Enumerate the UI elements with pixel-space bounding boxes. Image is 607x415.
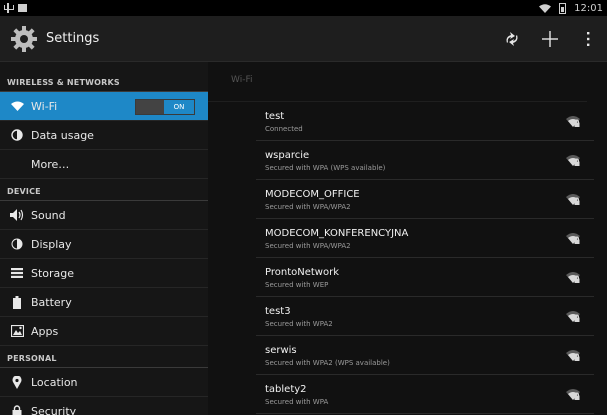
overflow-menu-button[interactable]	[569, 16, 607, 62]
sidebar-item-label: Battery	[31, 295, 72, 309]
network-status: Secured with WPA/WPA2	[265, 242, 351, 250]
sidebar-item-display[interactable]: Display	[0, 230, 208, 259]
sidebar-item-label: Apps	[31, 324, 59, 338]
network-ssid: wsparcie	[265, 150, 310, 161]
list-item[interactable]: wsparcie Secured with WPA (WPS available)	[256, 141, 594, 180]
storage-icon	[9, 266, 25, 280]
wifi-signal-locked-icon	[566, 155, 580, 166]
notification-icon	[18, 4, 27, 12]
network-status: Secured with WPA/WPA2	[265, 203, 351, 211]
wifi-toggle[interactable]: ON	[135, 99, 195, 115]
network-status: Secured with WPA	[265, 398, 329, 406]
network-status: Secured with WPA2	[265, 320, 333, 328]
sidebar-item-storage[interactable]: Storage	[0, 259, 208, 288]
clock: 12:01	[574, 2, 603, 14]
wifi-icon	[9, 99, 25, 113]
action-bar: Settings	[0, 16, 607, 62]
status-bar: 12:01	[0, 0, 607, 16]
battery-status-icon	[559, 2, 567, 14]
sidebar-item-label: Data usage	[31, 128, 94, 142]
sound-icon	[9, 208, 25, 222]
settings-gear-icon[interactable]	[10, 25, 38, 53]
network-list: test Connected wsparcie Secured with WPA (W…	[256, 102, 594, 414]
section-header-device: DEVICE	[0, 179, 208, 201]
list-item[interactable]: test Connected	[256, 102, 594, 141]
section-header-wireless: WIRELESS & NETWORKS	[0, 62, 208, 92]
list-item[interactable]: ProntoNetwork Secured with WEP	[256, 258, 594, 297]
network-status: Secured with WEP	[265, 281, 329, 289]
network-ssid: ProntoNetwork	[265, 267, 339, 278]
location-icon	[9, 375, 25, 389]
network-status: Connected	[265, 125, 303, 133]
sidebar-item-label: Sound	[31, 208, 66, 222]
wifi-signal-locked-icon	[566, 194, 580, 205]
add-icon	[542, 30, 558, 47]
display-icon	[9, 237, 25, 251]
more-vertical-icon	[587, 31, 590, 46]
sidebar-item-apps[interactable]: Apps	[0, 317, 208, 346]
wifi-signal-locked-icon	[566, 233, 580, 244]
list-item[interactable]: MODECOM_OFFICE Secured with WPA/WPA2	[256, 180, 594, 219]
panel-title: Wi-Fi	[208, 62, 587, 102]
sidebar-item-label: Security	[31, 404, 77, 415]
wps-button[interactable]	[493, 16, 531, 62]
sidebar-item-battery[interactable]: Battery	[0, 288, 208, 317]
sidebar-item-sound[interactable]: Sound	[0, 201, 208, 230]
wifi-signal-locked-icon	[566, 116, 580, 127]
network-ssid: MODECOM_KONFERENCYJNA	[265, 228, 409, 239]
wifi-status-icon	[539, 3, 552, 13]
list-item[interactable]: test3 Secured with WPA2	[256, 297, 594, 336]
wps-icon	[506, 31, 518, 46]
network-ssid: test3	[265, 306, 291, 317]
apps-icon	[9, 324, 25, 338]
security-icon	[9, 404, 25, 415]
wifi-signal-locked-icon	[566, 389, 580, 400]
sidebar-item-label: Location	[31, 375, 78, 389]
sidebar-item-label: Wi-Fi	[31, 99, 58, 113]
network-ssid: serwis	[265, 345, 297, 356]
sidebar-item-label: Display	[31, 237, 72, 251]
wifi-panel: Wi-Fi test Connected wsparcie Secured with …	[208, 62, 607, 415]
network-status: Secured with WPA2 (WPS available)	[265, 359, 390, 367]
network-ssid: test	[265, 111, 285, 122]
sidebar-item-label: Storage	[31, 266, 75, 280]
sidebar-item-location[interactable]: Location	[0, 368, 208, 397]
wifi-signal-locked-icon	[566, 311, 580, 322]
sidebar-item-more[interactable]: More…	[0, 150, 208, 179]
add-network-button[interactable]	[531, 16, 569, 62]
list-item[interactable]: MODECOM_KONFERENCYJNA Secured with WPA/WP…	[256, 219, 594, 258]
data-usage-icon	[9, 128, 25, 142]
usb-icon	[4, 3, 14, 13]
network-status: Secured with WPA (WPS available)	[265, 164, 386, 172]
settings-sidebar: WIRELESS & NETWORKS Wi-Fi ON Data usage …	[0, 62, 208, 415]
list-item[interactable]: tablety2 Secured with WPA	[256, 375, 594, 414]
network-ssid: tablety2	[265, 384, 307, 395]
battery-icon	[9, 295, 25, 309]
wifi-toggle-state: ON	[164, 100, 194, 114]
sidebar-item-security[interactable]: Security	[0, 397, 208, 415]
list-item[interactable]: serwis Secured with WPA2 (WPS available)	[256, 336, 594, 375]
network-ssid: MODECOM_OFFICE	[265, 189, 360, 200]
sidebar-item-label: More…	[31, 157, 70, 171]
app-title: Settings	[46, 31, 100, 46]
wifi-signal-locked-icon	[566, 272, 580, 283]
sidebar-item-data-usage[interactable]: Data usage	[0, 121, 208, 150]
sidebar-item-wifi[interactable]: Wi-Fi ON	[0, 92, 208, 121]
wifi-signal-locked-icon	[566, 350, 580, 361]
section-header-personal: PERSONAL	[0, 346, 208, 368]
